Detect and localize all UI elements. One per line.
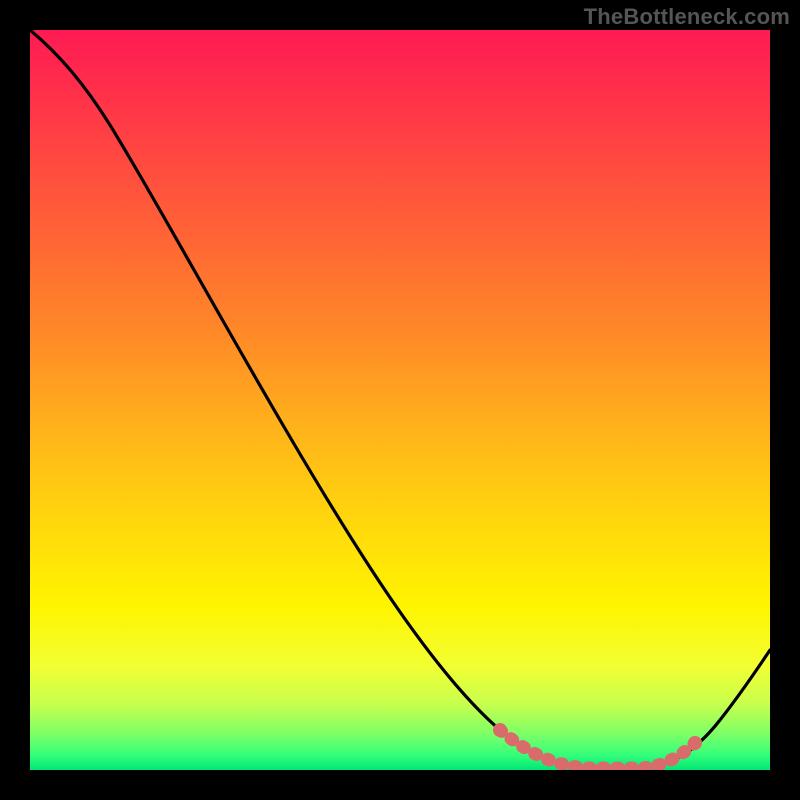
plot-area: [30, 30, 770, 770]
optimal-band-path: [500, 730, 695, 768]
chart-frame: TheBottleneck.com: [0, 0, 800, 800]
bottleneck-curve: [30, 30, 770, 770]
optimal-band-start: [493, 723, 507, 737]
attribution-text: TheBottleneck.com: [584, 4, 790, 30]
optimal-band-end: [688, 736, 702, 750]
curve-path: [30, 30, 770, 768]
